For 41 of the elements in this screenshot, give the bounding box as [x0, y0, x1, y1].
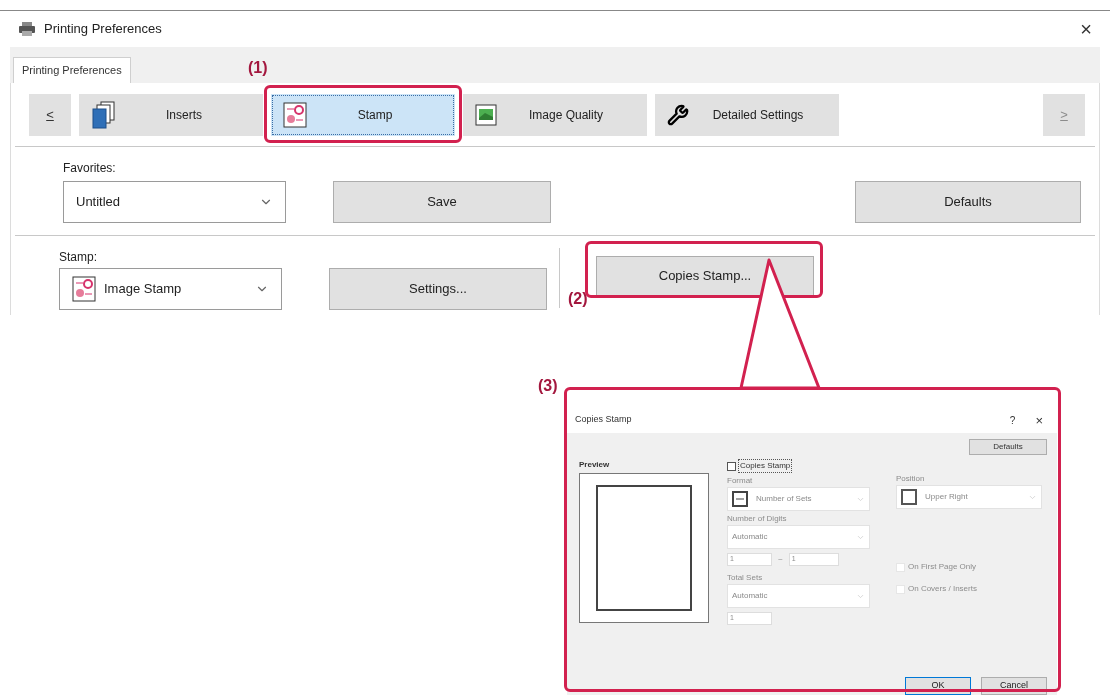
- help-button[interactable]: ?: [1009, 412, 1016, 428]
- total-sets-label: Total Sets: [727, 572, 764, 584]
- checkbox-label: On Covers / Inserts: [908, 583, 977, 595]
- defaults-button[interactable]: Defaults: [855, 181, 1081, 223]
- settings-button[interactable]: Settings...: [329, 268, 547, 310]
- position-label: Position: [896, 473, 926, 485]
- close-button[interactable]: ×: [1035, 413, 1043, 427]
- checkbox-label: On First Page Only: [908, 561, 977, 573]
- dialog-title: Copies Stamp: [575, 413, 632, 427]
- format-label: Format: [727, 475, 754, 487]
- previous-button[interactable]: <: [29, 94, 71, 136]
- stamp-dropdown[interactable]: Image Stamp: [59, 268, 282, 310]
- copies-stamp-button[interactable]: Copies Stamp...: [596, 256, 814, 296]
- pages-icon: [91, 101, 117, 129]
- range-separator: ~: [778, 553, 783, 566]
- stamp-icon: [283, 102, 307, 128]
- window-title: Printing Preferences: [44, 20, 162, 39]
- stamp-label: Stamp:: [59, 249, 98, 266]
- category-tab[interactable]: Inserts: [79, 94, 263, 136]
- position-icon: [901, 489, 917, 505]
- wrench-icon: [667, 104, 689, 126]
- category-tab[interactable]: Stamp: [271, 94, 455, 136]
- step-marker: (3): [538, 376, 558, 396]
- category-tab[interactable]: Detailed Settings: [655, 94, 839, 136]
- step-marker: (2): [568, 289, 588, 309]
- number-icon: [732, 491, 748, 507]
- preview-label: Preview: [579, 459, 611, 471]
- checkbox[interactable]: [727, 461, 736, 471]
- favorites-dropdown[interactable]: Untitled: [63, 181, 286, 223]
- step-marker: (1): [248, 58, 268, 78]
- tab[interactable]: Printing Preferences: [13, 57, 131, 83]
- printer-icon: [18, 21, 36, 37]
- digits-label: Number of Digits: [727, 513, 788, 525]
- favorites-label: Favorites:: [63, 160, 117, 177]
- defaults-button[interactable]: Defaults: [969, 439, 1047, 455]
- save-button[interactable]: Save: [333, 181, 551, 223]
- close-button[interactable]: ×: [1080, 19, 1092, 39]
- checkbox-label: Copies Stamp: [738, 459, 793, 473]
- stamp-icon: [72, 276, 96, 302]
- category-tab[interactable]: Image Quality: [463, 94, 647, 136]
- image-icon: [475, 104, 497, 126]
